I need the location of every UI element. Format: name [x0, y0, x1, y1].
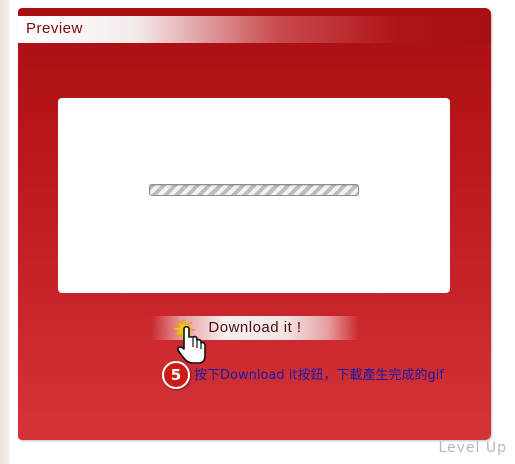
preview-area [58, 98, 450, 293]
hand-pointer-icon [172, 318, 206, 364]
progress-bar [149, 184, 359, 196]
step-caption: 按下Download it按鈕，下載產生完成的gif [194, 368, 444, 383]
step-number-badge: 5 [162, 361, 190, 389]
watermark: Level Up [438, 440, 507, 456]
panel-title: Preview [26, 20, 83, 37]
panel-header: Preview [18, 16, 491, 43]
left-margin-strip [0, 0, 9, 464]
